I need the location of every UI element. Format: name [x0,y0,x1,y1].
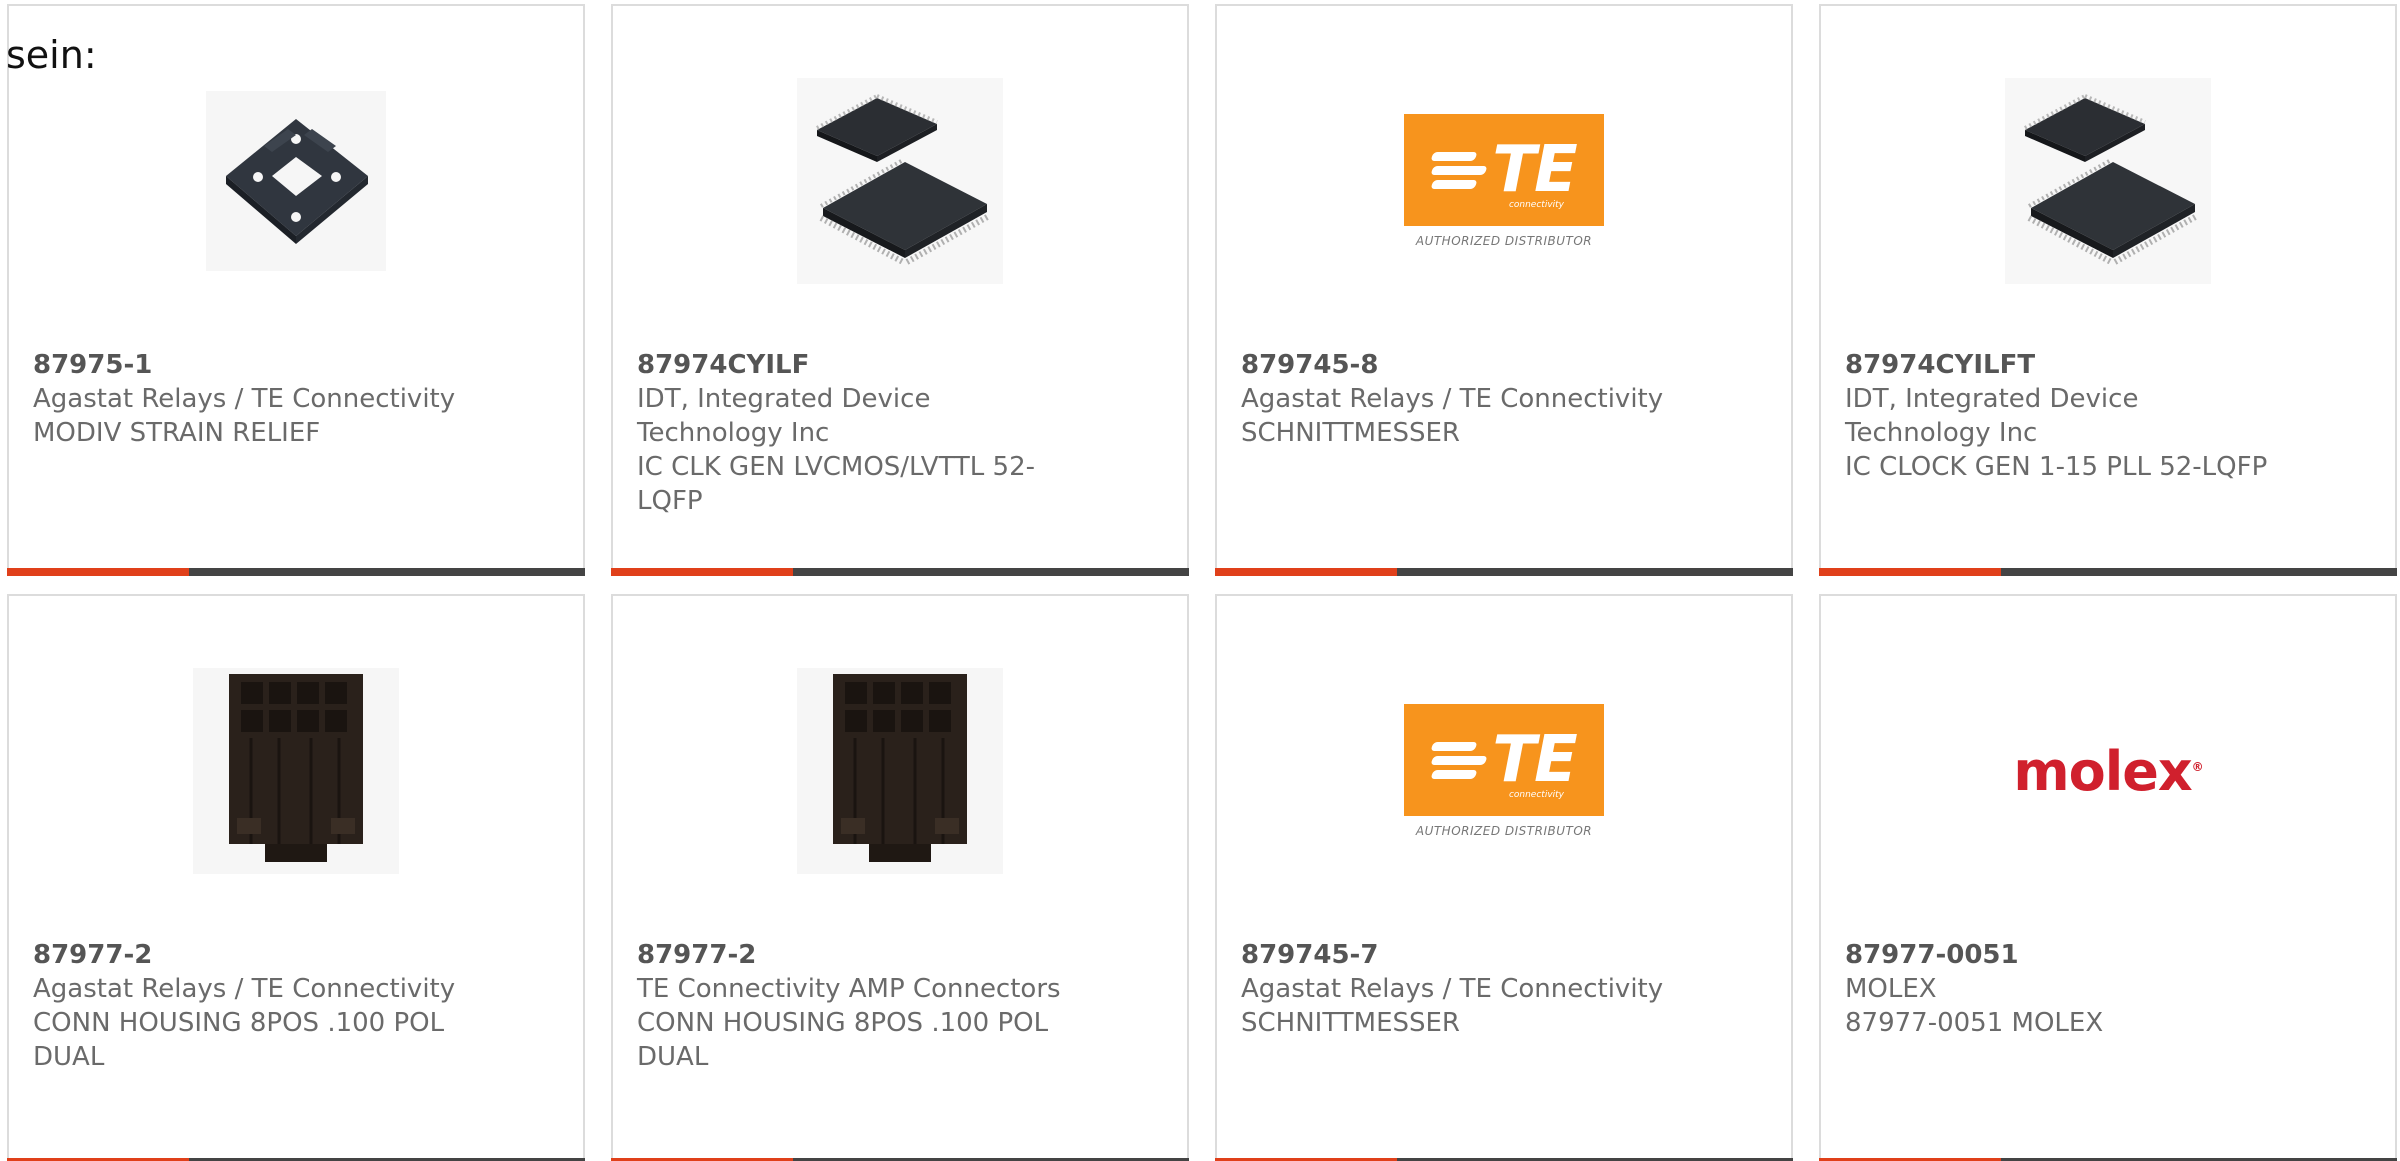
part-number[interactable]: 87974CYILF [637,348,1077,382]
product-card[interactable]: 87974CYILF IDT, Integrated Device Techno… [611,4,1189,576]
part-number[interactable]: 87974CYILFT [1845,348,2285,382]
description: 87977-0051 MOLEX [1845,1008,2104,1038]
product-card[interactable]: 87977-2 TE Connectivity AMP Connectors C… [611,594,1189,1161]
part-number[interactable]: 87977-2 [637,938,1077,972]
card-bottom-bar [1819,568,2397,576]
product-card[interactable]: 87974CYILFT IDT, Integrated Device Techn… [1819,4,2397,576]
lqfp-chip-image [2005,78,2211,284]
lqfp-chip-image [797,78,1003,284]
card-bottom-bar [7,568,585,576]
part-number[interactable]: 87977-0051 [1845,938,2285,972]
product-grid-page: sein: 87975-1 Agastat Relays / TE Connec… [0,0,2400,1161]
te-connectivity-logo: TE connectivity AUTHORIZED DISTRIBUTOR [1401,668,1607,874]
part-number[interactable]: 87975-1 [33,348,473,382]
description: MODIV STRAIN RELIEF [33,418,321,448]
part-number[interactable]: 879745-8 [1241,348,1681,382]
part-number[interactable]: 87977-2 [33,938,473,972]
manufacturer: MOLEX [1845,974,1937,1004]
description: CONN HOUSING 8POS .100 POL DUAL [637,1008,1049,1072]
product-card[interactable]: 87977-2 Agastat Relays / TE Connectivity… [7,594,585,1161]
manufacturer: Agastat Relays / TE Connectivity [33,384,456,414]
manufacturer: Agastat Relays / TE Connectivity [33,974,456,1004]
intro-text: sein: [6,33,97,77]
manufacturer: IDT, Integrated Device Technology Inc [1845,384,2139,448]
description: SCHNITTMESSER [1241,418,1460,448]
description: CONN HOUSING 8POS .100 POL DUAL [33,1008,445,1072]
description: SCHNITTMESSER [1241,1008,1460,1038]
card-bottom-bar [1215,568,1793,576]
card-bottom-bar [611,568,1189,576]
description: IC CLOCK GEN 1-15 PLL 52-LQFP [1845,452,2268,482]
molex-logo: molex® [2013,739,2203,803]
manufacturer: TE Connectivity AMP Connectors [637,974,1061,1004]
manufacturer: Agastat Relays / TE Connectivity [1241,974,1664,1004]
part-number[interactable]: 879745-7 [1241,938,1681,972]
manufacturer: Agastat Relays / TE Connectivity [1241,384,1664,414]
connector-housing-image [797,668,1003,874]
strain-relief-image [193,78,399,284]
product-card[interactable]: TE connectivity AUTHORIZED DISTRIBUTOR 8… [1215,4,1793,576]
product-card[interactable]: TE connectivity AUTHORIZED DISTRIBUTOR 8… [1215,594,1793,1161]
connector-housing-image [193,668,399,874]
manufacturer: IDT, Integrated Device Technology Inc [637,384,931,448]
description: IC CLK GEN LVCMOS/LVTTL 52-LQFP [637,452,1035,516]
te-connectivity-logo: TE connectivity AUTHORIZED DISTRIBUTOR [1401,78,1607,284]
product-card[interactable]: molex® 87977-0051 MOLEX 87977-0051 MOLEX [1819,594,2397,1161]
product-card[interactable]: 87975-1 Agastat Relays / TE Connectivity… [7,4,585,576]
